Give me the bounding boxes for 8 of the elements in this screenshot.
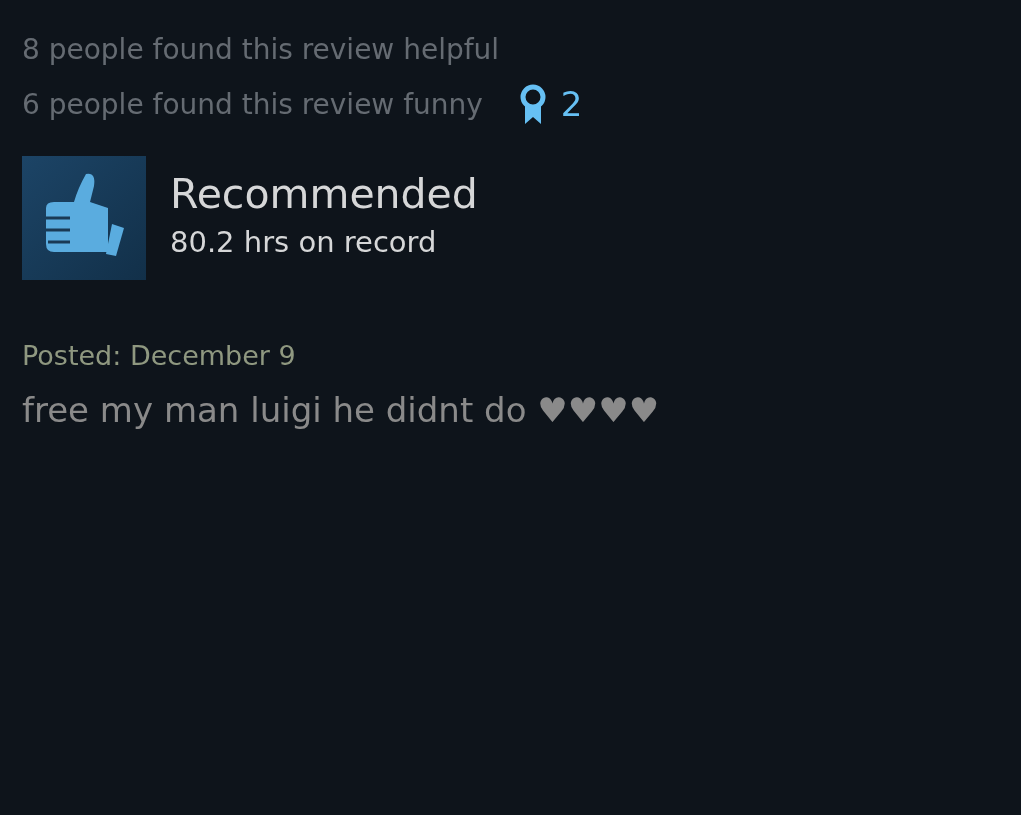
review-text: free my man luigi he didnt do ♥♥♥♥	[22, 388, 661, 432]
post-date: Posted: December 9	[22, 339, 297, 373]
award-icon	[518, 83, 547, 126]
funny-count: 6 people found this review funny	[22, 87, 483, 123]
award-count: 2	[560, 83, 583, 126]
verdict-title: Recommended	[170, 171, 478, 217]
playtime: 80.2 hrs on record	[170, 223, 438, 261]
helpful-count: 8 people found this review helpful	[22, 32, 501, 68]
